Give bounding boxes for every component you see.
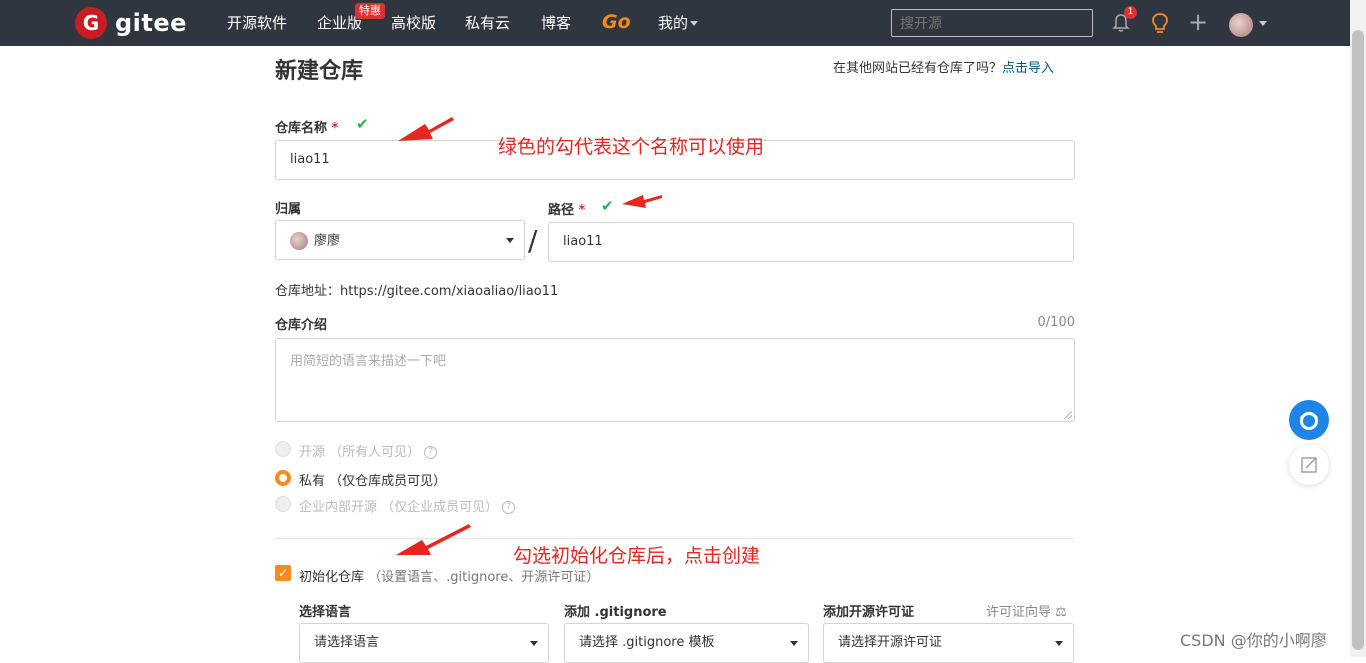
name-available-check-icon: ✔: [356, 115, 369, 133]
owner-select[interactable]: 廖廖: [275, 220, 525, 260]
visibility-public-label: 开源 （所有人可见）?: [299, 441, 438, 460]
annotation-arrow-2: [622, 195, 662, 208]
intro-label: 仓库介绍: [275, 318, 328, 333]
visibility-private-radio[interactable]: [275, 470, 291, 486]
chevron-down-icon: [690, 21, 699, 26]
annotation-init-hint: 勾选初始化仓库后，点击创建: [513, 545, 761, 567]
search-input[interactable]: [891, 9, 1093, 37]
intro-counter: 0/100: [1037, 315, 1075, 330]
gitignore-value: 请选择 .gitignore 模板: [579, 635, 715, 650]
nav-private-cloud[interactable]: 私有云: [465, 12, 510, 34]
scrollbar-thumb[interactable]: [1352, 30, 1364, 650]
required-mark: *: [578, 203, 586, 218]
logo-text: gitee: [115, 9, 187, 37]
license-guide-text: 许可证向导: [986, 605, 1052, 620]
enterprise-badge: 特惠: [355, 3, 385, 19]
language-value: 请选择语言: [314, 635, 380, 650]
required-mark: *: [331, 121, 339, 136]
chevron-down-icon: [1055, 641, 1063, 646]
init-repo-label: 初始化仓库 （设置语言、.gitignore、开源许可证）: [299, 566, 599, 585]
edit-icon: [1301, 457, 1317, 473]
avatar-chevron-down-icon[interactable]: [1259, 21, 1267, 26]
language-select[interactable]: 请选择语言: [299, 623, 549, 663]
visibility-internal-label: 企业内部开源 （仅企业成员可见）?: [299, 496, 516, 515]
watermark: CSDN @你的小啊廖: [1180, 631, 1327, 650]
path-input[interactable]: liao11: [548, 222, 1074, 262]
init-repo-sub: （设置语言、.gitignore、开源许可证）: [368, 570, 600, 585]
repo-address-value: https://gitee.com/xiaoaliao/liao11: [340, 284, 559, 299]
import-link[interactable]: 点击导入: [1002, 61, 1054, 76]
nav-blog[interactable]: 博客: [541, 12, 571, 34]
owner-avatar: [290, 232, 308, 250]
scale-icon: ⚖: [1055, 605, 1067, 620]
visibility-internal-radio[interactable]: [275, 496, 291, 512]
license-value: 请选择开源许可证: [838, 635, 943, 650]
top-navbar: G gitee 开源软件 企业版 特惠 高校版 私有云 博客 Go 我的 1 +: [0, 0, 1366, 46]
annotation-name-ok: 绿色的勾代表这个名称可以使用: [498, 136, 765, 158]
annotation-arrow-1: [398, 117, 454, 141]
section-divider: [275, 538, 1075, 539]
repo-name-label: 仓库名称 *: [275, 117, 338, 136]
feedback-button[interactable]: [1289, 445, 1329, 485]
repo-name-label-text: 仓库名称: [275, 121, 328, 136]
lightbulb-icon[interactable]: [1151, 12, 1169, 34]
license-guide-link[interactable]: 许可证向导 ⚖: [986, 601, 1067, 620]
license-select[interactable]: 请选择开源许可证: [823, 623, 1074, 663]
repo-address-label: 仓库地址：: [275, 284, 341, 299]
gitignore-select[interactable]: 请选择 .gitignore 模板: [564, 623, 809, 663]
annotation-arrow-3: [396, 524, 471, 555]
import-hint: 在其他网站已经有仓库了吗？点击导入: [833, 57, 1054, 76]
language-label: 选择语言: [299, 605, 352, 620]
user-avatar[interactable]: [1229, 13, 1253, 37]
visibility-internal-text: 企业内部开源 （仅企业成员可见）: [299, 500, 499, 515]
customer-service-button[interactable]: [1289, 400, 1329, 440]
license-label: 添加开源许可证: [823, 605, 915, 620]
resize-handle-icon[interactable]: [1064, 411, 1072, 419]
chevron-down-icon: [790, 641, 798, 646]
owner-value: 廖廖: [314, 233, 341, 249]
path-label-text: 路径: [548, 203, 575, 218]
path-available-check-icon: ✔: [601, 197, 614, 215]
nav-mine[interactable]: 我的: [658, 12, 699, 34]
nav-go[interactable]: Go: [602, 11, 631, 33]
owner-label: 归属: [275, 202, 302, 217]
page-title: 新建仓库: [275, 59, 364, 84]
nav-university[interactable]: 高校版: [391, 12, 436, 34]
visibility-private-label: 私有 （仅仓库成员可见）: [299, 474, 447, 489]
init-repo-checkbox[interactable]: ✓: [275, 565, 291, 581]
help-icon[interactable]: ?: [424, 446, 438, 459]
repo-address: 仓库地址：https://gitee.com/xiaoaliao/liao11: [275, 280, 558, 299]
plus-icon[interactable]: +: [1188, 10, 1208, 34]
chevron-down-icon: [530, 641, 538, 646]
intro-textarea[interactable]: 用简短的语言来描述一下吧: [275, 338, 1075, 422]
init-repo-text: 初始化仓库: [299, 570, 365, 585]
path-label: 路径 *: [548, 199, 585, 218]
import-hint-text: 在其他网站已经有仓库了吗？: [833, 61, 1003, 76]
logo-mark-icon: G: [75, 7, 107, 39]
nav-mine-label: 我的: [658, 14, 689, 32]
visibility-public-text: 开源 （所有人可见）: [299, 445, 421, 460]
gitee-logo[interactable]: G gitee: [75, 7, 187, 39]
chevron-down-icon: [506, 238, 514, 243]
gitignore-label: 添加 .gitignore: [564, 605, 667, 620]
chat-bubble-icon: [1300, 411, 1318, 430]
notification-badge: 1: [1124, 6, 1137, 19]
path-separator: /: [528, 224, 538, 257]
visibility-public-radio[interactable]: [275, 441, 291, 457]
intro-placeholder: 用简短的语言来描述一下吧: [290, 354, 447, 369]
nav-open-source[interactable]: 开源软件: [227, 12, 287, 34]
help-icon[interactable]: ?: [502, 501, 516, 514]
